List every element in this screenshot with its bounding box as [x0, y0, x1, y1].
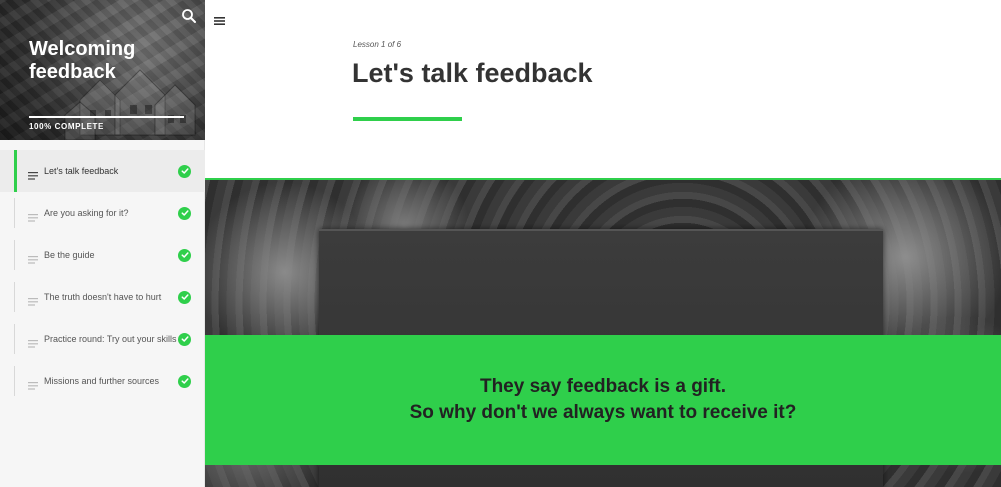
search-icon[interactable]: [180, 7, 198, 25]
lesson-list: Let's talk feedback Are you asking for it…: [0, 150, 205, 402]
lesson-banner: They say feedback is a gift. So why don'…: [205, 178, 1001, 487]
quote-line-2: So why don't we always want to receive i…: [409, 402, 797, 423]
check-circle-icon: [178, 290, 191, 304]
lesson-lines-icon: [28, 251, 39, 264]
lesson-label: Missions and further sources: [44, 376, 160, 386]
lesson-label: Be the guide: [44, 250, 95, 260]
quote-box: They say feedback is a gift. So why don'…: [205, 335, 1001, 465]
lesson-label: The truth doesn't have to hurt: [44, 292, 162, 302]
lesson-counter: Lesson 1 of 6: [353, 40, 402, 49]
lesson-lines-icon: [28, 209, 39, 222]
sidebar-lesson-item[interactable]: Be the guide: [0, 234, 205, 276]
hamburger-menu-icon[interactable]: [214, 14, 226, 26]
lesson-lines-icon: [28, 377, 39, 390]
check-circle-icon: [178, 164, 191, 178]
title-underline: [353, 117, 462, 121]
progress-bar-fill: [29, 116, 184, 118]
lesson-lines-icon: [28, 293, 39, 306]
lesson-label: Practice round: Try out your skills: [44, 334, 177, 344]
sidebar-lesson-item[interactable]: Let's talk feedback: [0, 150, 205, 192]
lesson-lines-icon: [28, 167, 39, 180]
sidebar-lesson-item[interactable]: Missions and further sources: [0, 360, 205, 402]
lesson-label: Are you asking for it?: [44, 208, 129, 218]
progress-bar: [29, 116, 184, 118]
lesson-label: Let's talk feedback: [44, 166, 119, 176]
course-cover: Welcoming feedback 100% COMPLETE: [0, 0, 205, 140]
check-circle-icon: [178, 248, 191, 262]
sidebar-lesson-item[interactable]: The truth doesn't have to hurt: [0, 276, 205, 318]
sidebar: Welcoming feedback 100% COMPLETE Let's t…: [0, 0, 205, 487]
progress-label: 100% COMPLETE: [29, 122, 104, 131]
course-title: Welcoming feedback: [29, 38, 136, 83]
sidebar-lesson-item[interactable]: Are you asking for it?: [0, 192, 205, 234]
check-circle-icon: [178, 374, 191, 388]
lesson-title: Let's talk feedback: [352, 58, 593, 88]
sidebar-lesson-item[interactable]: Practice round: Try out your skills: [0, 318, 205, 360]
quote-line-1: They say feedback is a gift.: [479, 376, 727, 397]
lesson-lines-icon: [28, 335, 39, 348]
check-circle-icon: [178, 332, 191, 346]
check-circle-icon: [178, 206, 191, 220]
